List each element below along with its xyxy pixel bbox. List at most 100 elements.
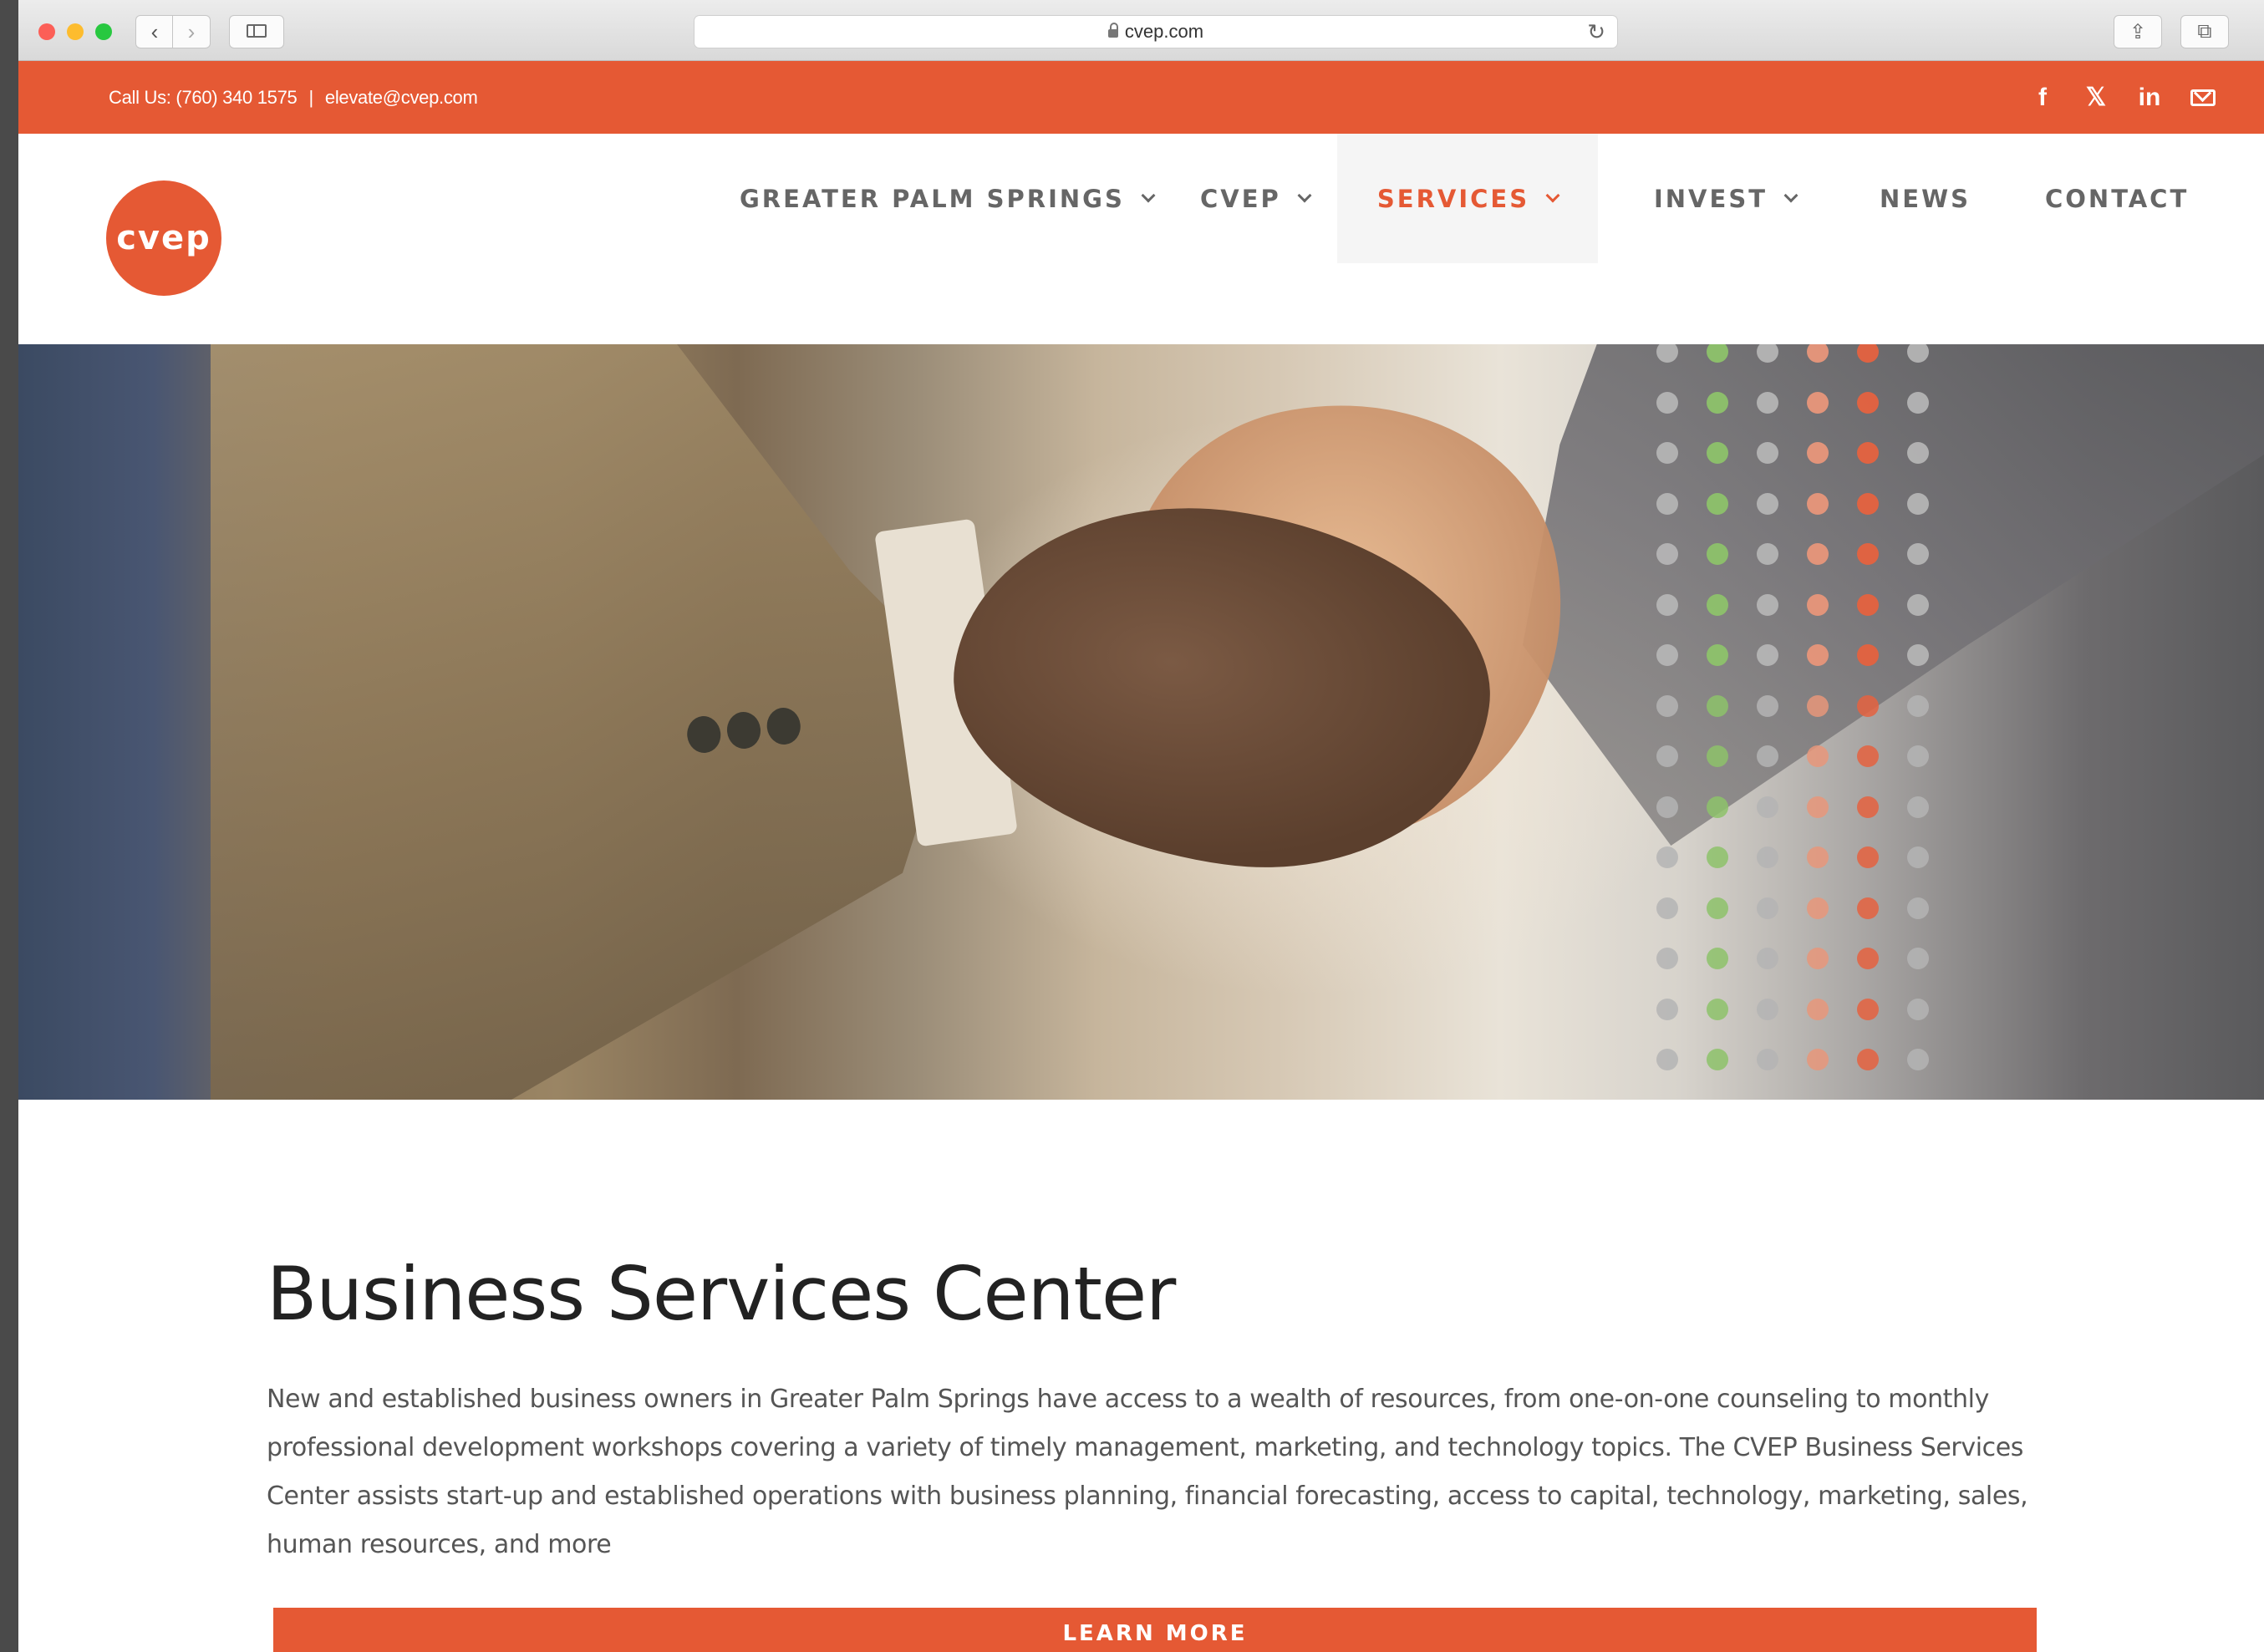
pattern-dot bbox=[1807, 644, 1829, 666]
pattern-dot bbox=[1907, 442, 1929, 464]
pattern-dot bbox=[1857, 391, 1879, 414]
pattern-dot bbox=[1707, 391, 1728, 414]
lock-icon bbox=[1107, 23, 1118, 38]
pattern-dot bbox=[1656, 1049, 1678, 1070]
pattern-dot bbox=[1707, 442, 1728, 464]
pattern-dot bbox=[1857, 442, 1879, 464]
pattern-dot bbox=[1757, 391, 1778, 414]
pattern-dot bbox=[1907, 796, 1929, 818]
pattern-dot bbox=[1656, 644, 1678, 666]
pattern-dot bbox=[1707, 897, 1728, 919]
chevron-down-icon bbox=[1297, 188, 1312, 202]
pattern-dot bbox=[1656, 846, 1678, 868]
pattern-dot bbox=[1807, 1049, 1829, 1070]
pattern-dot bbox=[1907, 998, 1929, 1020]
pattern-dot bbox=[1757, 897, 1778, 919]
pattern-dot bbox=[1757, 543, 1778, 565]
page-title: Business Services Center bbox=[267, 1251, 1176, 1337]
pattern-dot bbox=[1857, 644, 1879, 666]
pattern-dot bbox=[1656, 694, 1678, 717]
pattern-dot bbox=[1757, 745, 1778, 767]
show-tabs-button[interactable]: ⧉ bbox=[2180, 15, 2229, 48]
pattern-dot bbox=[1807, 897, 1829, 919]
nav-label: CVEP bbox=[1200, 184, 1281, 213]
pattern-dot bbox=[1857, 897, 1879, 919]
pattern-dot bbox=[1707, 644, 1728, 666]
pattern-dot bbox=[1707, 492, 1728, 515]
pattern-dot bbox=[1757, 694, 1778, 717]
pattern-dot bbox=[1907, 593, 1929, 616]
chevron-left-icon: ‹ bbox=[150, 18, 159, 44]
pattern-dot bbox=[1707, 796, 1728, 818]
nav-item-services[interactable]: SERVICES bbox=[1337, 134, 1598, 263]
forward-button[interactable]: › bbox=[172, 15, 211, 48]
site-header: cvep GREATER PALM SPRINGS CVEP SERVICES … bbox=[18, 134, 2264, 344]
chevron-down-icon bbox=[1545, 188, 1560, 202]
pattern-dot bbox=[1656, 543, 1678, 565]
pattern-dot bbox=[1757, 1049, 1778, 1070]
close-window-icon[interactable] bbox=[38, 23, 55, 40]
pattern-dot bbox=[1656, 492, 1678, 515]
pattern-dot bbox=[1807, 593, 1829, 616]
pattern-dot bbox=[1907, 948, 1929, 969]
zoom-window-icon[interactable] bbox=[95, 23, 112, 40]
pattern-dot bbox=[1656, 745, 1678, 767]
pattern-dot bbox=[1656, 897, 1678, 919]
pattern-dot bbox=[1757, 492, 1778, 515]
page-description: New and established business owners in G… bbox=[267, 1385, 2028, 1559]
twitter-icon[interactable]: 𝕏 bbox=[2083, 83, 2109, 112]
pattern-dot bbox=[1907, 391, 1929, 414]
pattern-dot bbox=[1807, 998, 1829, 1020]
browser-toolbar: ‹ › cvep.com ↻ ⇪ ⧉ bbox=[18, 0, 2264, 61]
pattern-dot bbox=[1656, 998, 1678, 1020]
contact-separator: | bbox=[308, 86, 313, 108]
nav-label: GREATER PALM SPRINGS bbox=[740, 184, 1125, 213]
contact-bar: Call Us: (760) 340 1575 | elevate@cvep.c… bbox=[18, 61, 2264, 134]
pattern-dot bbox=[1807, 846, 1829, 868]
pattern-dot bbox=[1656, 593, 1678, 616]
nav-item-news[interactable]: NEWS bbox=[1861, 134, 1989, 263]
email-link[interactable]: elevate@cvep.com bbox=[325, 87, 478, 109]
linkedin-icon[interactable]: in bbox=[2137, 84, 2162, 112]
pattern-dot bbox=[1807, 543, 1829, 565]
pattern-dot bbox=[1707, 1049, 1728, 1070]
sidebar-icon bbox=[247, 24, 267, 38]
nav-label: CONTACT bbox=[2045, 184, 2190, 213]
pattern-dot bbox=[1707, 998, 1728, 1020]
pattern-dot bbox=[1857, 593, 1879, 616]
facebook-icon[interactable]: f bbox=[2030, 84, 2055, 112]
nav-item-greater-palm-springs[interactable]: GREATER PALM SPRINGS bbox=[721, 134, 1172, 263]
pattern-dot bbox=[1757, 846, 1778, 868]
pattern-dot bbox=[1907, 745, 1929, 767]
pattern-dot bbox=[1807, 391, 1829, 414]
url-text: cvep.com bbox=[1124, 21, 1204, 42]
pattern-dot bbox=[1707, 543, 1728, 565]
minimize-window-icon[interactable] bbox=[67, 23, 84, 40]
pattern-dot bbox=[1857, 543, 1879, 565]
sidebar-toggle-button[interactable] bbox=[229, 15, 284, 48]
pattern-dot bbox=[1907, 543, 1929, 565]
pattern-dot bbox=[1907, 492, 1929, 515]
phone-link[interactable]: Call Us: (760) 340 1575 bbox=[109, 87, 298, 109]
pattern-dot bbox=[1857, 1049, 1879, 1070]
back-button[interactable]: ‹ bbox=[135, 15, 174, 48]
address-bar[interactable]: cvep.com ↻ bbox=[694, 15, 1618, 48]
mail-icon[interactable] bbox=[2190, 89, 2216, 106]
pattern-dot bbox=[1807, 745, 1829, 767]
nav-item-invest[interactable]: INVEST bbox=[1636, 134, 1814, 263]
share-button[interactable]: ⇪ bbox=[2114, 15, 2162, 48]
pattern-dot bbox=[1807, 442, 1829, 464]
pattern-dot bbox=[1857, 846, 1879, 868]
pattern-dot bbox=[1707, 745, 1728, 767]
pattern-dot bbox=[1707, 846, 1728, 868]
chevron-down-icon bbox=[1783, 188, 1798, 202]
learn-more-button[interactable]: LEARN MORE bbox=[273, 1608, 2037, 1652]
nav-item-cvep[interactable]: CVEP bbox=[1182, 134, 1328, 263]
nav-item-contact[interactable]: CONTACT bbox=[2027, 134, 2207, 263]
reload-icon[interactable]: ↻ bbox=[1587, 19, 1605, 45]
social-links: f 𝕏 in bbox=[2030, 61, 2216, 134]
cvep-logo[interactable]: cvep bbox=[106, 180, 221, 296]
nav-label: NEWS bbox=[1880, 184, 1971, 213]
contact-info: Call Us: (760) 340 1575 | elevate@cvep.c… bbox=[109, 61, 478, 134]
pattern-dot bbox=[1757, 593, 1778, 616]
